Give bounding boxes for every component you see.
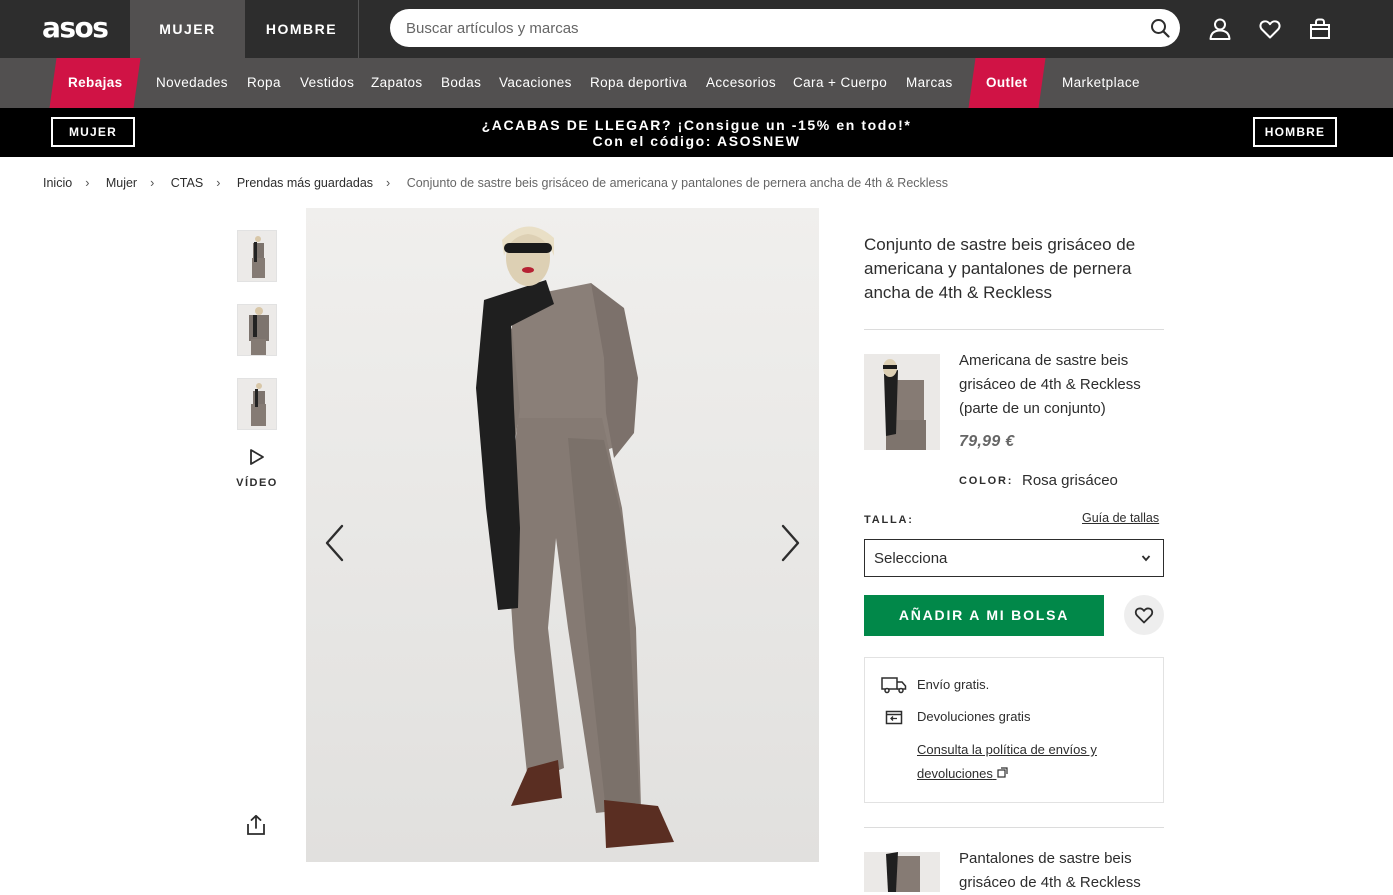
nav-ropa[interactable]: Ropa — [247, 58, 281, 108]
promo-headline: ¿ACABAS DE LLEGAR? ¡Consigue un -15% en … — [481, 117, 912, 133]
breadcrumb-ctas[interactable]: CTAS — [171, 176, 203, 190]
product-title: Conjunto de sastre beis grisáceo de amer… — [864, 235, 1136, 302]
add-to-bag-button[interactable]: AÑADIR A MI BOLSA — [864, 595, 1104, 636]
tab-mujer[interactable]: MUJER — [130, 0, 245, 58]
item-name-pantalones[interactable]: Pantalones de sastre beis grisáceo de 4t… — [959, 847, 1164, 895]
tab-hombre[interactable]: HOMBRE — [245, 0, 359, 58]
save-for-later-button[interactable] — [1124, 595, 1164, 635]
bag-icon[interactable] — [1309, 18, 1331, 40]
video-button[interactable]: VÍDEO — [231, 448, 283, 489]
item-image-americana[interactable] — [864, 354, 940, 450]
nav-marketplace[interactable]: Marketplace — [1062, 58, 1140, 108]
delivery-policy-link[interactable]: Consulta la política de envíos y devoluc… — [917, 738, 1137, 786]
divider — [864, 329, 1164, 330]
breadcrumb-inicio[interactable]: Inicio — [43, 176, 72, 190]
size-guide-link[interactable]: Guía de tallas — [1082, 511, 1159, 525]
previous-image-arrow[interactable] — [322, 522, 348, 564]
breadcrumb-separator: › — [386, 176, 391, 190]
thumbnail-1[interactable] — [237, 230, 277, 282]
share-icon[interactable] — [245, 814, 267, 836]
size-select[interactable]: Selecciona — [864, 539, 1164, 577]
promo-code: Con el código: ASOSNEW — [592, 133, 801, 149]
nav-outlet[interactable]: Outlet — [968, 58, 1046, 108]
free-returns-text: Devoluciones gratis — [917, 709, 1031, 724]
item-image-pantalones[interactable] — [864, 852, 940, 892]
breadcrumb-mujer[interactable]: Mujer — [106, 176, 137, 190]
nav-novedades[interactable]: Novedades — [156, 58, 228, 108]
breadcrumb-separator: › — [85, 176, 90, 190]
breadcrumb: Inicio › Mujer › CTAS › Prendas más guardad… — [43, 176, 948, 190]
breadcrumb-separator: › — [150, 176, 155, 190]
play-icon — [250, 449, 264, 465]
external-link-icon — [996, 767, 1008, 778]
color-value: Rosa grisáceo — [1022, 472, 1118, 489]
heart-icon[interactable] — [1259, 18, 1281, 40]
promo-hombre-button[interactable]: HOMBRE — [1253, 117, 1337, 147]
search-input[interactable] — [406, 9, 1146, 47]
nav-marcas[interactable]: Marcas — [906, 58, 953, 108]
chevron-down-icon — [1141, 555, 1151, 562]
search-bar — [390, 9, 1180, 47]
item-price: 79,99 € — [959, 433, 1015, 450]
nav-vacaciones[interactable]: Vacaciones — [499, 58, 572, 108]
nav-bodas[interactable]: Bodas — [441, 58, 481, 108]
returns-icon — [885, 710, 903, 725]
next-image-arrow[interactable] — [777, 522, 803, 564]
size-select-value: Selecciona — [874, 550, 948, 567]
nav-rebajas[interactable]: Rebajas — [49, 58, 141, 108]
size-label: TALLA: — [864, 514, 914, 526]
divider — [864, 827, 1164, 828]
thumbnail-2[interactable] — [237, 304, 277, 356]
truck-icon — [881, 677, 907, 694]
nav-accesorios[interactable]: Accesorios — [706, 58, 776, 108]
nav-ropa-deportiva[interactable]: Ropa deportiva — [590, 58, 687, 108]
breadcrumb-separator: › — [216, 176, 221, 190]
color-label: COLOR: — [959, 475, 1014, 487]
breadcrumb-prendas[interactable]: Prendas más guardadas — [237, 176, 373, 190]
delivery-info-box: Envío gratis. Devoluciones gratis Consul… — [864, 657, 1164, 803]
heart-icon — [1134, 607, 1154, 624]
thumbnail-3[interactable] — [237, 378, 277, 430]
free-shipping-text: Envío gratis. — [917, 677, 990, 692]
video-label: VÍDEO — [236, 477, 278, 489]
nav-vestidos[interactable]: Vestidos — [300, 58, 354, 108]
top-bar: asos MUJER HOMBRE — [0, 0, 1393, 58]
search-icon[interactable] — [1150, 18, 1170, 38]
asos-logo[interactable]: asos — [42, 11, 109, 44]
product-main-image — [306, 208, 819, 862]
promo-banner: MUJER ¿ACABAS DE LLEGAR? ¡Consigue un -1… — [0, 108, 1393, 157]
account-icon[interactable] — [1209, 18, 1231, 40]
nav-zapatos[interactable]: Zapatos — [371, 58, 423, 108]
item-name-americana[interactable]: Americana de sastre beis grisáceo de 4th… — [959, 349, 1164, 421]
category-nav: Rebajas Novedades Ropa Vestidos Zapatos … — [0, 58, 1393, 108]
breadcrumb-current: Conjunto de sastre beis grisáceo de amer… — [406, 176, 949, 190]
nav-cara-cuerpo[interactable]: Cara + Cuerpo — [793, 58, 887, 108]
